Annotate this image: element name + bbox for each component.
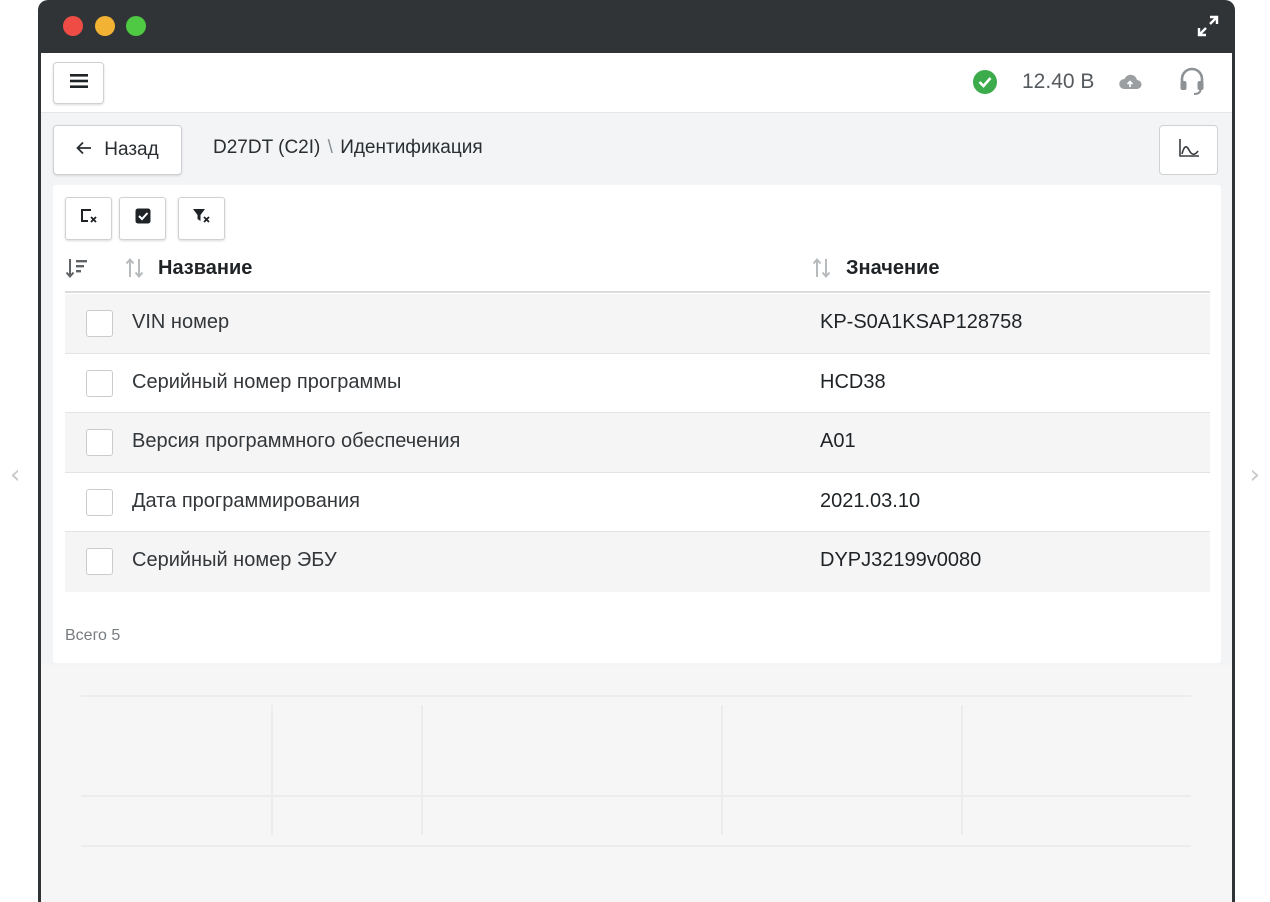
title-bar bbox=[38, 0, 1235, 53]
table-body: VIN номер KP-S0A1KSAP128758 Серийный ном… bbox=[65, 294, 1210, 592]
background-divider bbox=[961, 705, 963, 835]
row-checkbox[interactable] bbox=[86, 548, 113, 575]
arrow-left-icon bbox=[76, 139, 92, 161]
column-header-name[interactable]: Название bbox=[158, 257, 252, 280]
total-count: Всего 5 bbox=[65, 627, 121, 644]
sort-icon[interactable] bbox=[810, 257, 834, 284]
clear-filter-icon bbox=[192, 207, 212, 230]
screen: ‹ › 12.40 В Назад D27DT (C2I) \ Идентифи… bbox=[0, 0, 1270, 902]
navigation-bar: Назад D27DT (C2I) \ Идентификация bbox=[41, 114, 1232, 184]
table-row[interactable]: Дата программирования 2021.03.10 bbox=[65, 472, 1210, 532]
clear-selection-icon bbox=[79, 207, 99, 230]
top-bar: 12.40 В bbox=[41, 53, 1232, 113]
cell-name: Серийный номер программы bbox=[132, 370, 402, 393]
voltage-readout: 12.40 В bbox=[1022, 70, 1095, 93]
menu-button[interactable] bbox=[53, 62, 104, 104]
row-checkbox[interactable] bbox=[86, 488, 113, 516]
select-all-icon bbox=[134, 207, 152, 230]
table-row[interactable]: VIN номер KP-S0A1KSAP128758 bbox=[65, 294, 1210, 354]
zoom-window-button[interactable] bbox=[126, 16, 146, 36]
clear-filter-button[interactable] bbox=[178, 197, 225, 240]
check-circle-icon bbox=[973, 70, 997, 94]
row-checkbox[interactable] bbox=[86, 369, 113, 397]
cell-value: A01 bbox=[820, 430, 856, 452]
line-chart-icon bbox=[1178, 138, 1200, 163]
cell-name: Серийный номер ЭБУ bbox=[132, 549, 337, 571]
chevron-left-icon[interactable]: ‹ bbox=[10, 460, 20, 490]
breadcrumb: D27DT (C2I) \ Идентификация bbox=[213, 137, 483, 159]
breadcrumb-page: Идентификация bbox=[340, 137, 483, 158]
table-row[interactable]: Серийный номер ЭБУ DYPJ32199v0080 bbox=[65, 532, 1210, 592]
cell-value: KP-S0A1KSAP128758 bbox=[820, 311, 1023, 333]
table-row[interactable]: Серийный номер программы HCD38 bbox=[65, 353, 1210, 413]
chevron-right-icon[interactable]: › bbox=[1250, 460, 1260, 490]
chart-button[interactable] bbox=[1159, 125, 1218, 175]
expand-icon[interactable] bbox=[1197, 15, 1219, 37]
table-header: Название Значение bbox=[65, 247, 1210, 293]
minimize-window-button[interactable] bbox=[95, 16, 115, 36]
background-divider bbox=[421, 705, 423, 835]
cell-value: 2021.03.10 bbox=[820, 489, 921, 512]
background-divider bbox=[271, 705, 273, 835]
breadcrumb-ecu[interactable]: D27DT (C2I) bbox=[213, 137, 320, 158]
close-window-button[interactable] bbox=[63, 16, 83, 36]
sort-icon[interactable] bbox=[123, 257, 147, 284]
back-button-label: Назад bbox=[104, 139, 159, 160]
sort-desc-icon[interactable] bbox=[65, 257, 89, 284]
app-window: 12.40 В Назад D27DT (C2I) \ Идентификаци… bbox=[38, 0, 1235, 902]
background-divider bbox=[721, 705, 723, 835]
row-checkbox[interactable] bbox=[86, 429, 113, 456]
hamburger-icon bbox=[69, 73, 89, 94]
headset-icon[interactable] bbox=[1178, 66, 1206, 101]
background-divider bbox=[81, 845, 1191, 847]
cell-name: Версия программного обеспечения bbox=[132, 430, 461, 452]
clear-selection-button[interactable] bbox=[65, 197, 112, 240]
row-checkbox[interactable] bbox=[86, 310, 113, 337]
identification-panel: Название Значение VIN номер KP-S0A1KSAP1… bbox=[53, 185, 1221, 663]
cell-value: HCD38 bbox=[820, 370, 886, 393]
select-all-button[interactable] bbox=[119, 197, 166, 240]
background-divider bbox=[81, 695, 1191, 697]
app-content: 12.40 В Назад D27DT (C2I) \ Идентификаци… bbox=[41, 53, 1232, 902]
cell-value: DYPJ32199v0080 bbox=[820, 549, 982, 571]
back-button[interactable]: Назад bbox=[53, 125, 182, 175]
table-row[interactable]: Версия программного обеспечения A01 bbox=[65, 413, 1210, 473]
background-divider bbox=[81, 795, 1191, 797]
background-area bbox=[41, 665, 1232, 902]
cloud-upload-icon[interactable] bbox=[1118, 73, 1142, 96]
cell-name: Дата программирования bbox=[132, 489, 360, 512]
breadcrumb-separator: \ bbox=[327, 137, 333, 158]
column-header-value[interactable]: Значение bbox=[846, 257, 939, 280]
cell-name: VIN номер bbox=[132, 311, 230, 333]
